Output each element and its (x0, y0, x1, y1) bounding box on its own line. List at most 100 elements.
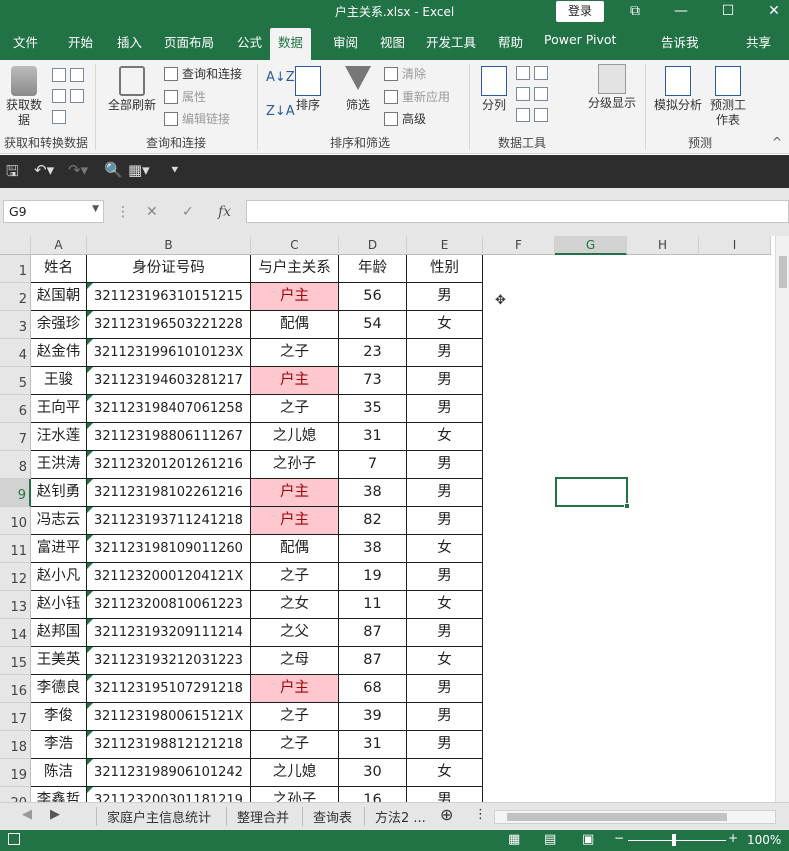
cell-e[interactable]: 男 (407, 339, 483, 367)
horizontal-scroll-thumb[interactable] (507, 813, 727, 821)
cell-a[interactable]: 王向平 (31, 395, 87, 423)
print-preview-icon[interactable]: 🔍 (104, 161, 123, 179)
cell-c[interactable]: 之子 (251, 563, 339, 591)
recent-sources-icon[interactable] (70, 68, 84, 82)
page-layout-icon[interactable]: ▤ (544, 832, 556, 847)
cell-a[interactable]: 赵钊勇 (31, 479, 87, 507)
zoom-slider-thumb[interactable] (672, 834, 676, 846)
forecast-sheet-button[interactable]: 预测工作表 (708, 66, 748, 128)
cell-d[interactable]: 年龄 (339, 255, 407, 283)
text-to-columns-button[interactable]: 分列 (478, 66, 510, 113)
manage-data-model-icon[interactable] (534, 108, 548, 122)
collapse-ribbon-icon[interactable]: ^ (772, 134, 782, 150)
cell-e[interactable]: 男 (407, 283, 483, 311)
cell-e[interactable]: 女 (407, 591, 483, 619)
tab-6[interactable]: 数据 (270, 28, 312, 60)
save-icon[interactable]: 🖫 (6, 161, 19, 186)
cell-c[interactable]: 之子 (251, 339, 339, 367)
cell-b[interactable]: 321123198407061258 (87, 395, 251, 423)
cell-e[interactable]: 女 (407, 535, 483, 563)
cell-c[interactable]: 配偶 (251, 535, 339, 563)
cell-e[interactable]: 男 (407, 507, 483, 535)
row-header[interactable]: 4 (0, 339, 31, 367)
queries-connections-button[interactable]: 查询和连接 (164, 66, 242, 82)
cell-b[interactable]: 321123196310151215 (87, 283, 251, 311)
cell-c[interactable]: 与户主关系 (251, 255, 339, 283)
clear-filter-button[interactable]: 清除 (384, 66, 426, 82)
tab-9[interactable]: 开发工具 (426, 32, 476, 51)
cell-c[interactable]: 之子 (251, 703, 339, 731)
cell-c[interactable]: 之儿媳 (251, 423, 339, 451)
cell-d[interactable]: 39 (339, 703, 407, 731)
cell-d[interactable]: 31 (339, 423, 407, 451)
cell-b[interactable]: 321123198102261216 (87, 479, 251, 507)
insert-function-icon[interactable]: fx (218, 204, 231, 220)
cell-c[interactable]: 户主 (251, 283, 339, 311)
tab-13[interactable]: 共享 (746, 32, 771, 51)
zoom-in-icon[interactable]: + (728, 831, 738, 845)
cell-c[interactable]: 之孙子 (251, 451, 339, 479)
column-header-a[interactable]: A (31, 236, 87, 255)
undo-icon[interactable]: ↶▾ (34, 161, 54, 179)
row-header[interactable]: 2 (0, 283, 31, 311)
ribbon-display-icon[interactable]: ⧉ (620, 0, 650, 24)
cell-e[interactable]: 男 (407, 563, 483, 591)
formula-input[interactable] (246, 200, 789, 223)
close-icon[interactable]: ✕ (759, 0, 789, 24)
row-header[interactable]: 1 (0, 255, 31, 283)
sort-button[interactable]: 排序 (292, 66, 324, 113)
row-header[interactable]: 12 (0, 563, 31, 591)
cell-a[interactable]: 赵金伟 (31, 339, 87, 367)
next-sheet-icon[interactable]: ▶ (50, 807, 60, 822)
row-header[interactable]: 5 (0, 367, 31, 395)
cell-c[interactable]: 户主 (251, 675, 339, 703)
from-table-icon[interactable] (52, 110, 66, 124)
cell-e[interactable]: 女 (407, 759, 483, 787)
tab-11[interactable]: Power Pivot (544, 32, 616, 47)
cell-a[interactable]: 姓名 (31, 255, 87, 283)
cell-c[interactable]: 配偶 (251, 311, 339, 339)
cell-b[interactable]: 32112320001204121X (87, 563, 251, 591)
cell-d[interactable]: 11 (339, 591, 407, 619)
column-header-e[interactable]: E (407, 236, 483, 255)
zoom-out-icon[interactable]: − (614, 831, 624, 845)
cell-e[interactable]: 性别 (407, 255, 483, 283)
zoom-slider[interactable] (628, 840, 726, 841)
more-options-icon[interactable]: ⋮ (474, 807, 487, 822)
cell-b[interactable]: 321123193711241218 (87, 507, 251, 535)
cell-a[interactable]: 赵小钰 (31, 591, 87, 619)
customize-toolbar-icon[interactable]: ⯆ (170, 163, 180, 178)
cell-d[interactable]: 19 (339, 563, 407, 591)
row-header[interactable]: 8 (0, 451, 31, 479)
sheet-tab[interactable]: 家庭户主信息统计 (96, 807, 221, 826)
cell-b[interactable]: 321123201201261216 (87, 451, 251, 479)
cell-b[interactable]: 321123198812121218 (87, 731, 251, 759)
enter-icon[interactable]: ✓ (182, 204, 194, 220)
cell-e[interactable]: 男 (407, 367, 483, 395)
row-header[interactable]: 7 (0, 423, 31, 451)
cell-e[interactable]: 男 (407, 731, 483, 759)
cell-a[interactable]: 赵国朝 (31, 283, 87, 311)
cell-c[interactable]: 之母 (251, 647, 339, 675)
row-header[interactable]: 17 (0, 703, 31, 731)
cell-a[interactable]: 李俊 (31, 703, 87, 731)
relationships-icon[interactable] (534, 87, 548, 101)
column-header-h[interactable]: H (627, 236, 699, 255)
row-header[interactable]: 18 (0, 731, 31, 759)
form-icon[interactable]: ▦▾ (128, 161, 150, 179)
cell-d[interactable]: 38 (339, 479, 407, 507)
cell-d[interactable]: 35 (339, 395, 407, 423)
row-header[interactable]: 6 (0, 395, 31, 423)
cell-e[interactable]: 男 (407, 395, 483, 423)
cell-e[interactable]: 男 (407, 619, 483, 647)
cell-b[interactable]: 32112319800615121X (87, 703, 251, 731)
cell-c[interactable]: 之父 (251, 619, 339, 647)
cell-d[interactable]: 87 (339, 619, 407, 647)
column-header-c[interactable]: C (251, 236, 339, 255)
cell-a[interactable]: 冯志云 (31, 507, 87, 535)
sheet-tab[interactable]: 整理合并 (226, 807, 299, 826)
cell-a[interactable]: 王骏 (31, 367, 87, 395)
column-header-f[interactable]: F (483, 236, 555, 255)
row-header[interactable]: 19 (0, 759, 31, 787)
consolidate-icon[interactable] (534, 66, 548, 80)
